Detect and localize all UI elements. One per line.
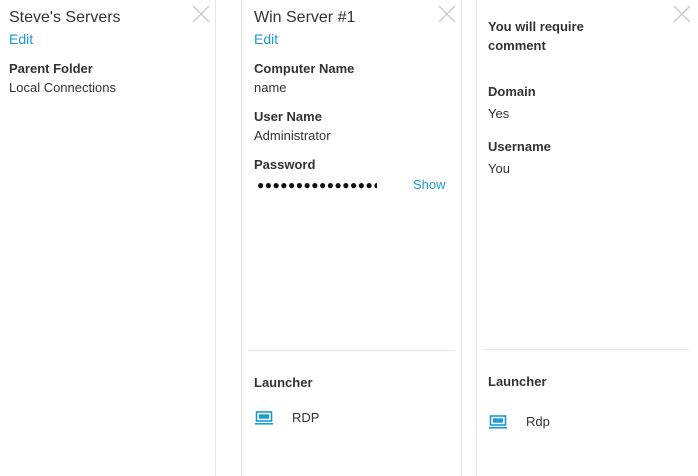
connection-detail-panel: You will require comment Domain Yes User… <box>476 0 698 476</box>
password-label: Password <box>254 157 316 172</box>
launcher-rdp-item[interactable]: Rdp <box>489 414 550 429</box>
launcher-rdp-item[interactable]: RDP <box>255 410 319 425</box>
launcher-item-label: RDP <box>292 410 320 425</box>
password-value: ●●●●●●●●●●●●●●●● <box>257 178 377 192</box>
launcher-heading: Launcher <box>254 375 313 390</box>
close-icon[interactable] <box>438 5 456 23</box>
edit-link[interactable]: Edit <box>254 31 278 47</box>
divider <box>483 349 690 350</box>
connection-panel: Win Server #1 Edit Computer Name name Us… <box>241 0 462 476</box>
monitor-icon <box>489 414 507 429</box>
panel-title: Steve's Servers <box>9 9 121 26</box>
close-icon[interactable] <box>673 5 691 23</box>
folder-panel: Steve's Servers Edit Parent Folder Local… <box>0 0 216 476</box>
user-name-label: User Name <box>254 109 322 124</box>
launcher-item-label: Rdp <box>526 414 550 429</box>
parent-folder-label: Parent Folder <box>9 61 93 76</box>
computer-name-value: name <box>254 80 287 95</box>
domain-label: Domain <box>488 84 536 99</box>
notice-text: You will require comment <box>488 19 584 53</box>
show-password-link[interactable]: Show <box>413 177 446 192</box>
parent-folder-value: Local Connections <box>9 80 116 95</box>
computer-name-label: Computer Name <box>254 61 355 76</box>
username-value: You <box>488 161 510 176</box>
username-label: Username <box>488 139 551 154</box>
close-icon[interactable] <box>192 5 210 23</box>
divider <box>248 350 455 351</box>
user-name-value: Administrator <box>254 128 331 143</box>
connection-detail-stack: Steve's Servers Edit Parent Folder Local… <box>0 0 698 476</box>
domain-value: Yes <box>488 106 510 121</box>
edit-link[interactable]: Edit <box>9 31 33 47</box>
launcher-heading: Launcher <box>488 374 547 389</box>
panel-title: Win Server #1 <box>254 9 356 26</box>
monitor-icon <box>255 410 273 425</box>
